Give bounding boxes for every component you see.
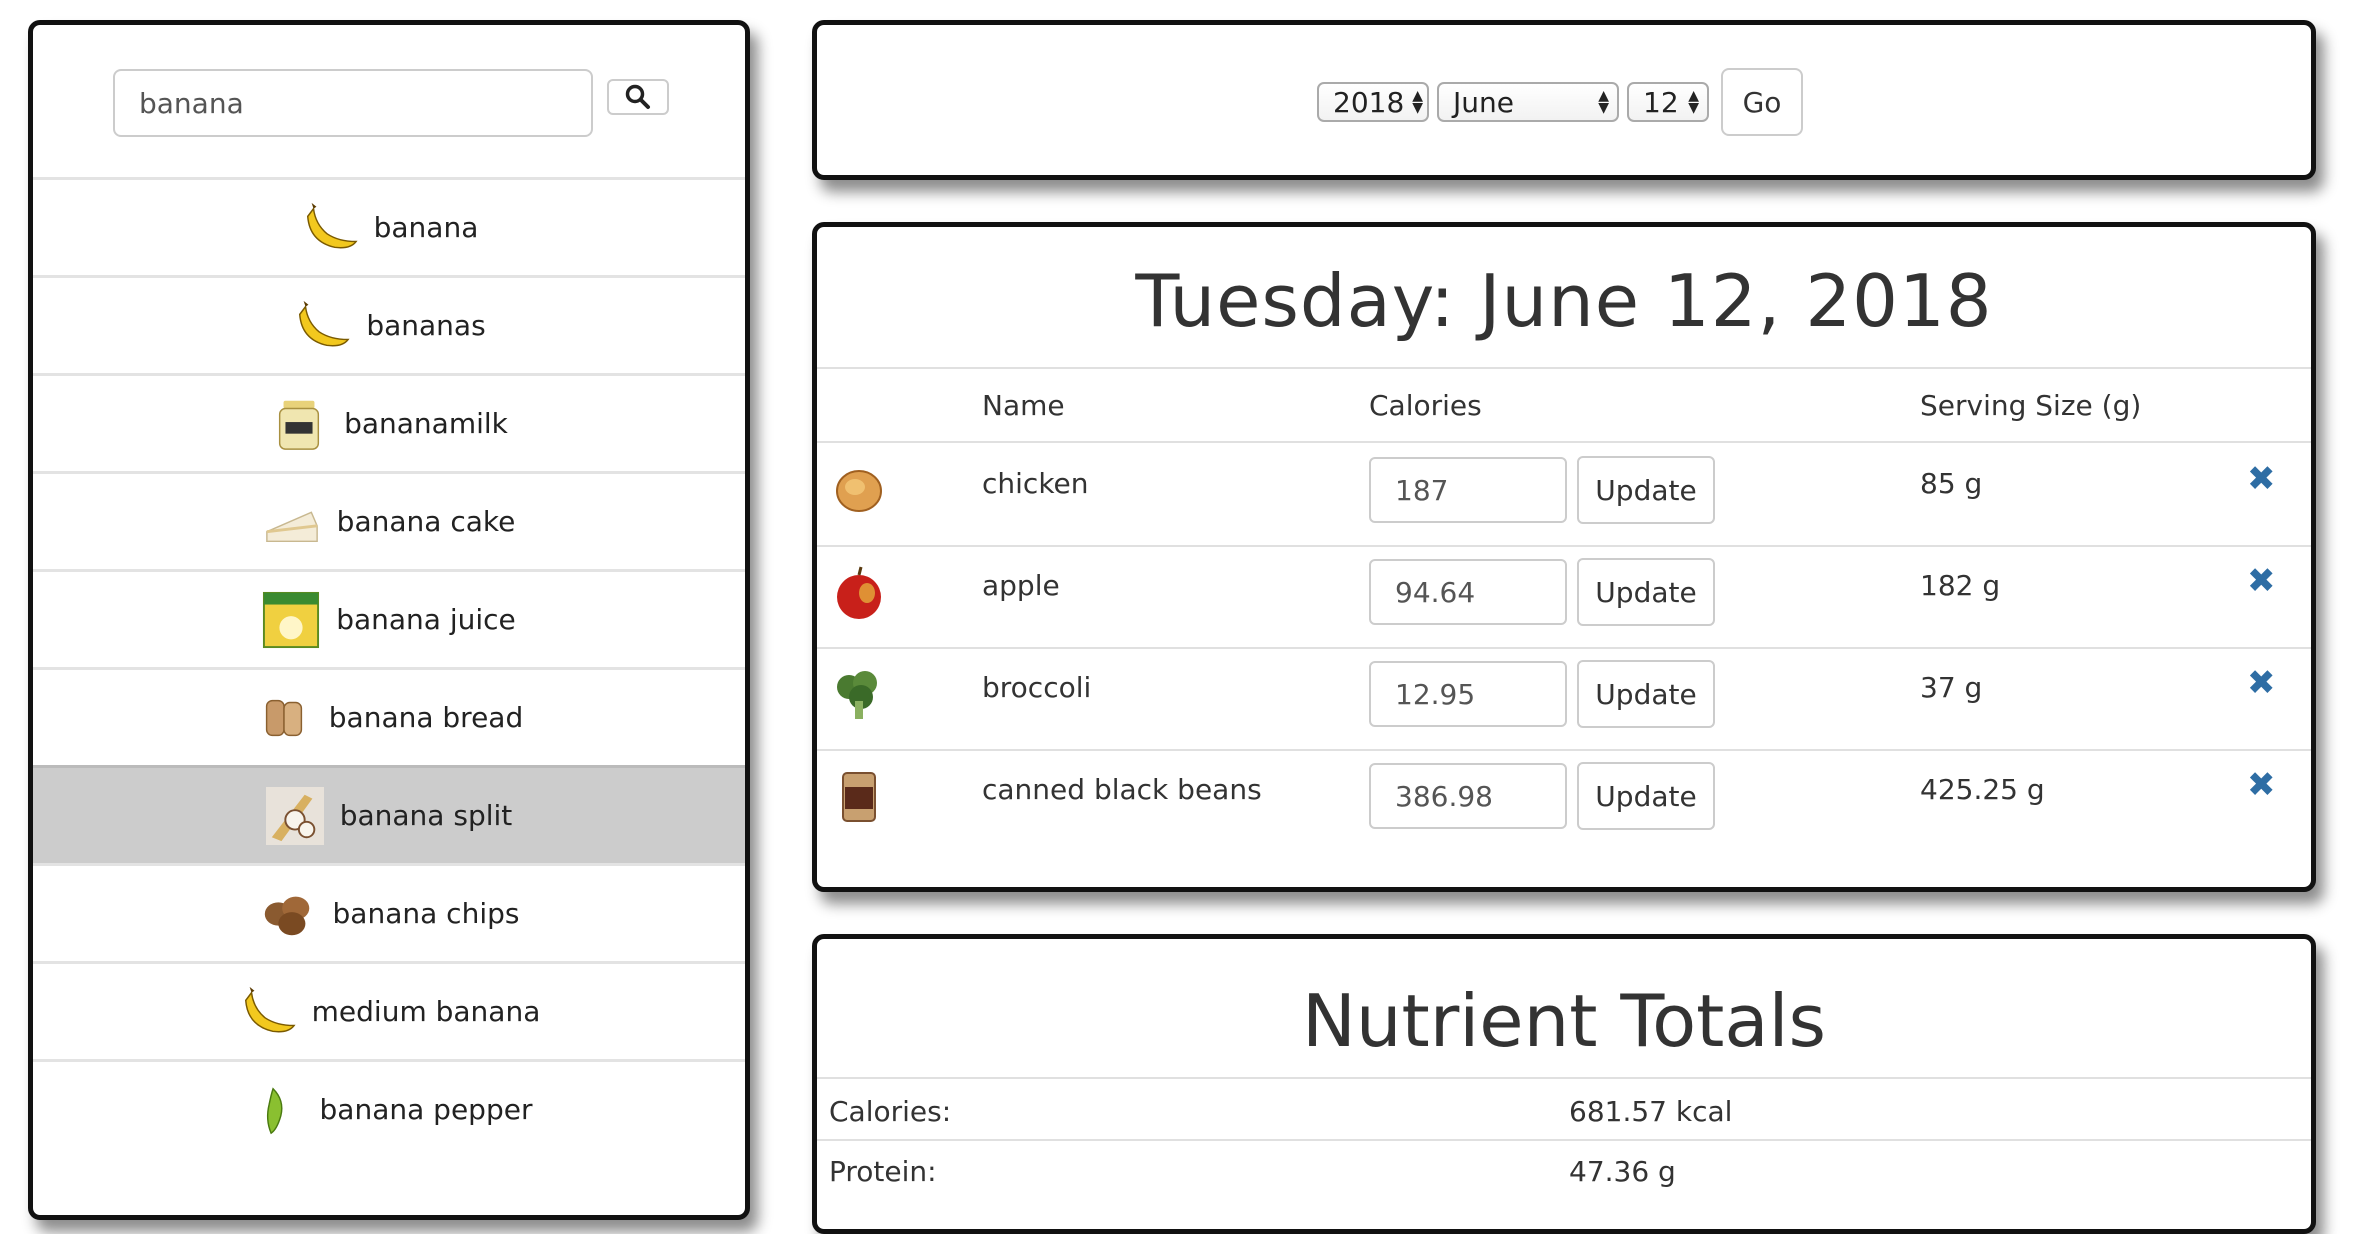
juice-box-icon	[263, 591, 320, 648]
column-header-serving: Serving Size (g)	[1920, 389, 2142, 422]
food-search-panel: banana bananas bananamilk banana cake	[28, 20, 750, 1220]
list-item[interactable]: bananas	[33, 275, 745, 373]
daily-log-panel: Tuesday: June 12, 2018 Name Calories Ser…	[812, 222, 2316, 892]
banana-icon	[306, 202, 358, 248]
food-name: chicken	[982, 467, 1089, 500]
canned-beans-icon	[842, 772, 876, 822]
food-name: broccoli	[982, 671, 1092, 704]
divider	[817, 367, 2311, 369]
cake-slice-icon	[265, 510, 318, 542]
update-button[interactable]: Update	[1577, 558, 1715, 626]
serving-size: 85 g	[1920, 467, 1983, 500]
divider	[817, 441, 2311, 443]
month-value: June	[1453, 85, 1514, 119]
year-value: 2018	[1333, 85, 1405, 119]
list-item[interactable]: banana juice	[33, 569, 745, 667]
list-item[interactable]: banana pepper	[33, 1059, 745, 1157]
list-item-label: banana pepper	[319, 1093, 533, 1126]
divider	[817, 647, 2311, 649]
day-select[interactable]: 12 ▲ ▼	[1627, 82, 1709, 122]
column-header-calories: Calories	[1369, 389, 1482, 422]
month-select[interactable]: June ▲ ▼	[1437, 82, 1619, 122]
banana-split-icon	[265, 786, 324, 845]
pepper-icon	[266, 1086, 283, 1134]
list-item-label: banana	[373, 211, 479, 244]
search-results-list: banana bananas bananamilk banana cake ba…	[33, 177, 745, 1157]
list-item[interactable]: banana	[33, 177, 745, 275]
nutrient-totals-panel: Nutrient Totals Calories: 681.57 kcal Pr…	[812, 934, 2316, 1234]
update-button[interactable]: Update	[1577, 660, 1715, 728]
day-value: 12	[1643, 85, 1679, 119]
update-button[interactable]: Update	[1577, 456, 1715, 524]
apple-icon	[837, 566, 881, 619]
calories-input[interactable]: 94.64	[1369, 559, 1567, 625]
banana-icon	[299, 300, 350, 346]
list-item-label: banana chips	[332, 897, 520, 930]
list-item[interactable]: banana split	[33, 765, 745, 863]
milk-jug-icon	[279, 400, 320, 450]
list-item[interactable]: banana cake	[33, 471, 745, 569]
page-title: Tuesday: June 12, 2018	[1135, 259, 1993, 343]
nutrient-value: 681.57 kcal	[1569, 1095, 1733, 1128]
list-item-label: bananas	[366, 309, 486, 342]
list-item-label: banana juice	[336, 603, 516, 636]
update-button[interactable]: Update	[1577, 762, 1715, 830]
serving-size: 182 g	[1920, 569, 2001, 602]
date-picker-panel: 2018 ▲ ▼ June ▲ ▼ 12 ▲ ▼ Go	[812, 20, 2316, 180]
search-row	[113, 69, 713, 139]
date-controls: 2018 ▲ ▼ June ▲ ▼ 12 ▲ ▼ Go	[1317, 67, 1803, 137]
calories-input[interactable]: 187	[1369, 457, 1567, 523]
bread-icon	[265, 699, 302, 736]
list-item[interactable]: banana bread	[33, 667, 745, 765]
serving-size: 425.25 g	[1920, 773, 2045, 806]
list-item-label: bananamilk	[344, 407, 508, 440]
chips-icon	[264, 896, 309, 935]
list-item-label: banana split	[339, 799, 513, 832]
divider	[817, 545, 2311, 547]
search-icon	[625, 84, 650, 109]
divider	[817, 1077, 2311, 1079]
nutrient-label: Calories:	[829, 1095, 952, 1128]
food-name: canned black beans	[982, 773, 1262, 806]
delete-icon[interactable]: ✖	[2247, 765, 2276, 805]
chicken-icon	[836, 470, 882, 512]
delete-icon[interactable]: ✖	[2247, 663, 2276, 703]
year-select[interactable]: 2018 ▲ ▼	[1317, 82, 1429, 122]
serving-size: 37 g	[1920, 671, 1983, 704]
list-item[interactable]: medium banana	[33, 961, 745, 1059]
broccoli-icon	[837, 671, 877, 719]
search-button[interactable]	[607, 79, 669, 115]
nutrient-label: Protein:	[829, 1155, 937, 1188]
search-input[interactable]	[113, 69, 593, 137]
calories-input[interactable]: 386.98	[1369, 763, 1567, 829]
nutrient-value: 47.36 g	[1569, 1155, 1676, 1188]
divider	[817, 1139, 2311, 1141]
go-button[interactable]: Go	[1721, 68, 1803, 136]
column-header-name: Name	[982, 389, 1065, 422]
select-arrows-icon: ▲ ▼	[1688, 88, 1699, 116]
list-item-label: banana bread	[328, 701, 524, 734]
list-item[interactable]: banana chips	[33, 863, 745, 961]
delete-icon[interactable]: ✖	[2247, 459, 2276, 499]
calories-input[interactable]: 12.95	[1369, 661, 1567, 727]
divider	[817, 749, 2311, 751]
list-item-label: medium banana	[311, 995, 541, 1028]
banana-icon	[244, 986, 296, 1032]
section-title: Nutrient Totals	[1301, 979, 1827, 1063]
list-item[interactable]: bananamilk	[33, 373, 745, 471]
food-name: apple	[982, 569, 1060, 602]
select-arrows-icon: ▲ ▼	[1598, 88, 1609, 116]
select-arrows-icon: ▲ ▼	[1412, 88, 1424, 116]
delete-icon[interactable]: ✖	[2247, 561, 2276, 601]
list-item-label: banana cake	[336, 505, 516, 538]
